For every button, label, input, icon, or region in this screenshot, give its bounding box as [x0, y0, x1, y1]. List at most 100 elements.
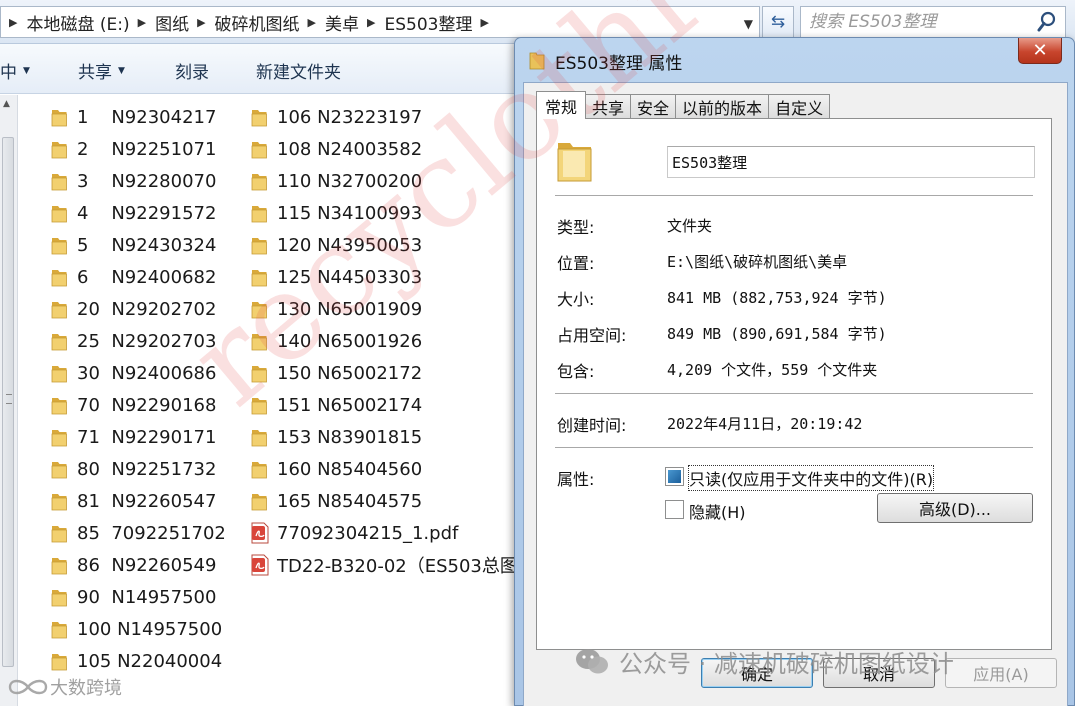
folder-item[interactable]: 5 N92430324 — [50, 231, 216, 259]
address-dropdown-icon[interactable]: ▼ — [744, 17, 753, 31]
folder-icon — [251, 238, 267, 255]
file-name: 160 N85404560 — [277, 458, 423, 480]
folder-icon — [51, 654, 67, 671]
folder-icon — [51, 174, 67, 191]
folder-item[interactable]: 86 N92260549 — [50, 551, 216, 579]
search-input[interactable] — [809, 11, 1029, 33]
close-button[interactable]: ✕ — [1018, 38, 1062, 64]
folder-item[interactable]: 3 N92280070 — [50, 167, 216, 195]
breadcrumb-item-crusher-drawings[interactable]: 破碎机图纸 ▶ — [215, 10, 325, 35]
folder-icon — [251, 334, 267, 351]
tab-general[interactable]: 常规 — [536, 91, 587, 119]
folder-item[interactable]: 140 N65001926 — [250, 327, 422, 355]
folder-item[interactable]: 165 N85404575 — [250, 487, 422, 515]
contains-label: 包含: — [557, 362, 595, 381]
tab-customize[interactable]: 自定义 — [768, 94, 831, 119]
refresh-icon[interactable]: ⇆ — [762, 6, 794, 38]
folder-item[interactable]: 30 N92400686 — [50, 359, 216, 387]
share-menu[interactable]: 共享 ▼ — [78, 58, 125, 83]
folder-item[interactable]: 80 N92251732 — [50, 455, 216, 483]
folder-icon — [51, 334, 67, 351]
search-icon[interactable] — [1037, 11, 1057, 33]
location-value: E:\图纸\破碎机图纸\美卓 — [667, 253, 848, 271]
tab-strip: 常规 共享 安全 以前的版本 自定义 — [536, 91, 831, 119]
folder-item[interactable]: 70 N92290168 — [50, 391, 216, 419]
pdf-file-item[interactable]: TD22-B320-02（ES503总图( — [250, 551, 525, 579]
file-name: 1 N92304217 — [77, 106, 217, 128]
folder-icon — [557, 143, 592, 182]
type-label: 类型: — [557, 218, 595, 237]
breadcrumb-item-es503[interactable]: ES503整理 ▶ — [384, 10, 497, 35]
file-name: 153 N83901815 — [277, 426, 423, 448]
folder-item[interactable]: 81 N92260547 — [50, 487, 216, 515]
folder-item[interactable]: 4 N92291572 — [50, 199, 216, 227]
folder-item[interactable]: 125 N44503303 — [250, 263, 422, 291]
advanced-button[interactable]: 高级(D)... — [877, 493, 1033, 523]
folder-item[interactable]: 110 N32700200 — [250, 167, 422, 195]
dialog-body: 常规 共享 安全 以前的版本 自定义 类型: 文件夹 位置: E:\图纸\破碎机… — [523, 82, 1068, 706]
size-value: 841 MB (882,753,924 字节) — [667, 289, 887, 307]
properties-dialog: ES503整理 属性 ✕ 常规 共享 安全 以前的版本 自定义 类型: 文件夹 … — [514, 37, 1075, 706]
folder-item[interactable]: 106 N23223197 — [250, 103, 422, 131]
folder-item[interactable]: 100 N14957500 — [50, 615, 222, 643]
folder-icon — [51, 398, 67, 415]
breadcrumb-root-arrow[interactable]: ▶ — [1, 16, 26, 29]
new-folder-button[interactable]: 新建文件夹 — [256, 58, 341, 83]
burn-button[interactable]: 刻录 — [175, 58, 209, 83]
file-name: 115 N34100993 — [277, 202, 423, 224]
readonly-checkbox[interactable] — [665, 467, 684, 486]
apply-button[interactable]: 应用(A) — [945, 658, 1057, 688]
folder-item[interactable]: 130 N65001909 — [250, 295, 422, 323]
folder-item[interactable]: 6 N92400682 — [50, 263, 216, 291]
folder-icon — [51, 494, 67, 511]
folder-item[interactable]: 160 N85404560 — [250, 455, 422, 483]
tab-sharing[interactable]: 共享 — [585, 94, 632, 119]
breadcrumb-item-drawings[interactable]: 图纸 ▶ — [155, 10, 214, 35]
folder-icon — [51, 558, 67, 575]
folder-item[interactable]: 115 N34100993 — [250, 199, 422, 227]
tab-security[interactable]: 安全 — [630, 94, 677, 119]
file-name: 71 N92290171 — [77, 426, 217, 448]
folder-name-field[interactable] — [667, 146, 1035, 178]
file-list: 1 N92304217 2 N92251071 3 N92280070 4 N9229… — [0, 95, 525, 706]
folder-item[interactable]: 71 N92290171 — [50, 423, 216, 451]
organize-menu[interactable]: 中 ▼ — [0, 58, 30, 83]
folder-icon — [251, 142, 267, 159]
tab-previous-versions[interactable]: 以前的版本 — [675, 94, 770, 119]
file-name: 110 N32700200 — [277, 170, 423, 192]
separator — [555, 447, 1033, 449]
hidden-checkbox[interactable] — [665, 500, 684, 519]
folder-item[interactable]: 151 N65002174 — [250, 391, 422, 419]
cancel-button[interactable]: 取消 — [823, 658, 935, 688]
folder-item[interactable]: 1 N92304217 — [50, 103, 216, 131]
folder-item[interactable]: 2 N92251071 — [50, 135, 216, 163]
readonly-checkbox-label[interactable]: 只读(仅应用于文件夹中的文件)(R) — [687, 465, 935, 491]
folder-item[interactable]: 105 N22040004 — [50, 647, 222, 675]
breadcrumb-item-metso[interactable]: 美卓 ▶ — [325, 10, 384, 35]
pdf-file-item[interactable]: 77092304215_1.pdf — [250, 519, 458, 547]
created-value: 2022年4月11日，20:19:42 — [667, 415, 863, 433]
ok-button[interactable]: 确定 — [701, 658, 813, 688]
folder-item[interactable]: 90 N14957500 — [50, 583, 216, 611]
folder-item[interactable]: 108 N24003582 — [250, 135, 422, 163]
folder-icon — [51, 110, 67, 127]
breadcrumb-item-drive[interactable]: 本地磁盘 (E:) ▶ — [26, 10, 155, 35]
file-name: 4 N92291572 — [77, 202, 217, 224]
size-label: 大小: — [557, 290, 595, 309]
folder-item[interactable]: 120 N43950053 — [250, 231, 422, 259]
folder-item[interactable]: 85 7092251702 — [50, 519, 226, 547]
hidden-checkbox-label[interactable]: 隐藏(H) — [689, 499, 746, 523]
file-name: 80 N92251732 — [77, 458, 217, 480]
folder-item[interactable]: 20 N29202702 — [50, 295, 216, 323]
folder-icon — [51, 462, 67, 479]
search-box[interactable] — [800, 6, 1066, 38]
separator — [555, 393, 1033, 395]
type-value: 文件夹 — [667, 217, 713, 235]
file-name: 165 N85404575 — [277, 490, 423, 512]
folder-icon — [251, 366, 267, 383]
folder-item[interactable]: 25 N29202703 — [50, 327, 216, 355]
folder-item[interactable]: 153 N83901815 — [250, 423, 422, 451]
folder-item[interactable]: 150 N65002172 — [250, 359, 422, 387]
address-box[interactable]: ▶ 本地磁盘 (E:) ▶ 图纸 ▶ 破碎机图纸 ▶ 美卓 ▶ ES503整理 ▶ ▼ — [0, 6, 760, 38]
folder-icon — [51, 622, 67, 639]
